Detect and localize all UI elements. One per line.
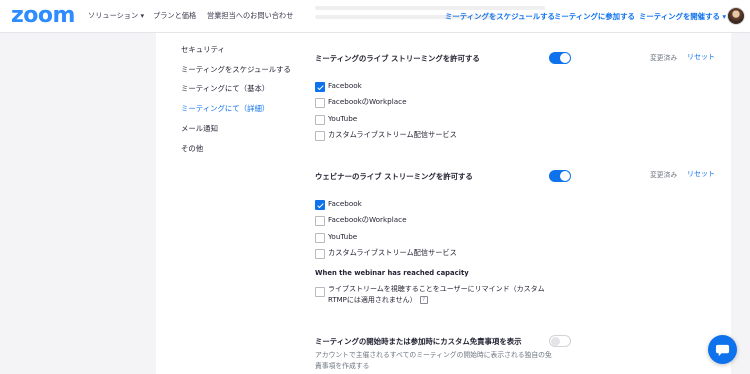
checkbox[interactable]	[315, 249, 325, 259]
checkbox-label: FacebookのWorkplace	[328, 215, 407, 224]
disclaimer-description: アカウントで主催されるすべてのミーティングの開始時に表示される独自の免責事項を作…	[315, 351, 552, 370]
sidebar-item-other[interactable]: その他	[181, 143, 203, 154]
checkbox[interactable]	[315, 98, 325, 108]
webinar-remind-label-wrap: ライブストリームを視聴することをユーザーにリマインド（カスタムRTMPには適用さ…	[328, 284, 553, 306]
checkbox[interactable]	[315, 287, 325, 297]
webinar-live-stream-changed-label: 変更済み	[650, 171, 678, 179]
webinar-capacity-heading: When the webinar has reached capacity	[315, 269, 469, 277]
sidebar-item-in-meeting-advanced[interactable]: ミーティングにて（詳細）	[181, 103, 269, 114]
nav-contact-sales-link[interactable]: 営業担当へのお問い合わせ	[207, 11, 293, 21]
sidebar-item-schedule-meeting[interactable]: ミーティングをスケジュールする	[181, 64, 291, 75]
meeting-live-stream-title: ミーティングのライブ ストリーミングを許可する	[315, 54, 480, 63]
zoom-logo[interactable]: zoom	[11, 4, 75, 28]
webinar-remind-label: ライブストリームを視聴することをユーザーにリマインド（カスタムRTMPには適用さ…	[328, 285, 545, 304]
sidebar-item-email-notification[interactable]: メール通知	[181, 123, 218, 134]
checkbox-label: YouTube	[328, 232, 358, 241]
checkbox-label: カスタムライブストリーム配信サービス	[328, 130, 457, 139]
nav-host-meeting-menu[interactable]: ミーティングを開催する ▾	[639, 11, 726, 22]
checkbox-label: Facebook	[328, 199, 362, 208]
disclaimer-toggle[interactable]	[549, 335, 571, 347]
nav-plans-pricing-link[interactable]: プランと価格	[153, 11, 196, 21]
checkbox[interactable]	[315, 131, 325, 141]
info-icon[interactable]: ?	[419, 296, 428, 304]
checkbox[interactable]	[315, 200, 325, 210]
checkbox-label: FacebookのWorkplace	[328, 97, 407, 106]
faded-content-above	[315, 6, 545, 24]
checkbox-label: YouTube	[328, 114, 358, 123]
nav-join-meeting-link[interactable]: ミーティングに参加する	[554, 11, 635, 22]
sidebar-item-in-meeting-basic[interactable]: ミーティングにて（基本）	[181, 83, 269, 94]
user-avatar[interactable]	[727, 7, 745, 25]
nav-solutions-menu[interactable]: ソリューション ▾	[88, 11, 144, 21]
checkbox-label: Facebook	[328, 81, 362, 90]
checkbox[interactable]	[315, 82, 325, 92]
checkbox[interactable]	[315, 115, 325, 125]
webinar-live-stream-toggle[interactable]	[549, 170, 571, 182]
chat-bubble-icon	[715, 344, 730, 357]
sidebar-item-security[interactable]: セキュリティ	[181, 44, 225, 55]
chat-support-button[interactable]	[708, 335, 737, 364]
webinar-live-stream-title: ウェビナーのライブ ストリーミングを許可する	[315, 172, 473, 181]
meeting-live-stream-reset-link[interactable]: リセット	[687, 52, 715, 62]
checkbox[interactable]	[315, 216, 325, 226]
meeting-live-stream-toggle[interactable]	[549, 52, 571, 64]
disclaimer-title: ミーティングの開始時または参加時にカスタム免責事項を表示	[315, 337, 522, 346]
checkbox-label: カスタムライブストリーム配信サービス	[328, 248, 457, 257]
meeting-live-stream-changed-label: 変更済み	[650, 54, 678, 62]
checkbox[interactable]	[315, 233, 325, 243]
webinar-live-stream-reset-link[interactable]: リセット	[687, 169, 715, 179]
